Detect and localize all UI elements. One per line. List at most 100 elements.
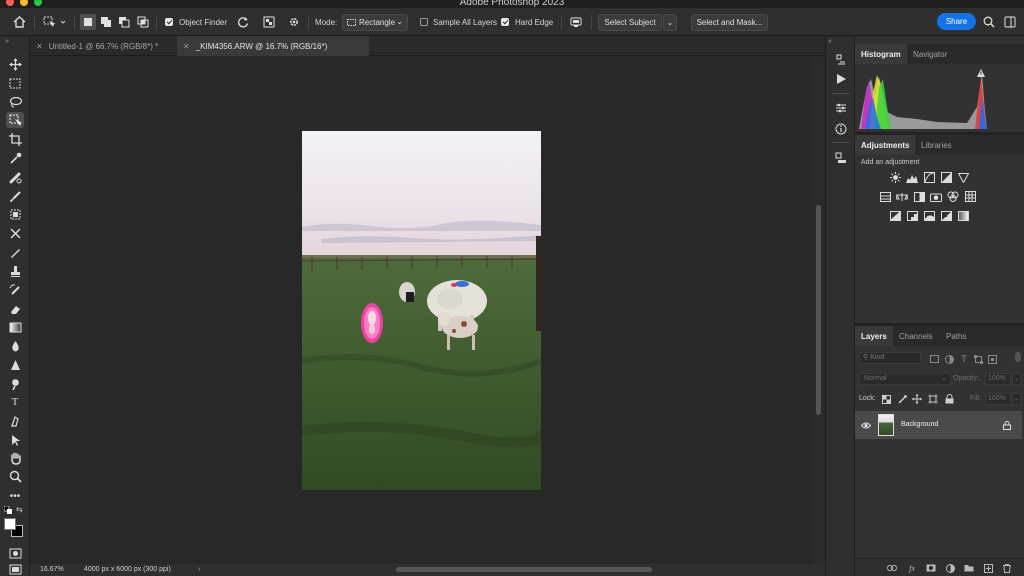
sample-all-layers-checkbox[interactable] xyxy=(420,18,428,26)
eraser-icon[interactable] xyxy=(6,301,24,317)
default-colors-icon[interactable] xyxy=(3,505,12,516)
tab-channels[interactable]: Channels xyxy=(893,326,939,346)
adjustment-filter-icon[interactable] xyxy=(944,354,954,364)
type-filter-icon[interactable]: T xyxy=(959,354,969,364)
add-mask-icon[interactable] xyxy=(926,563,936,573)
zoom-icon[interactable] xyxy=(6,468,24,484)
pixel-filter-icon[interactable] xyxy=(929,354,939,364)
hue-saturation-icon[interactable] xyxy=(879,191,891,202)
quick-mask-icon[interactable] xyxy=(6,545,24,561)
smart-object-filter-icon[interactable] xyxy=(987,354,997,364)
select-subject-button[interactable]: Select Subject xyxy=(598,14,662,31)
eye-icon[interactable] xyxy=(861,420,871,430)
fill-field[interactable]: 100% xyxy=(985,393,1011,405)
horizontal-scrollbar[interactable] xyxy=(396,567,652,572)
history-icon[interactable] xyxy=(834,52,848,66)
crop-icon[interactable] xyxy=(6,131,24,147)
object-selection-icon[interactable] xyxy=(6,112,24,128)
curves-icon[interactable] xyxy=(923,172,935,183)
fx-icon[interactable]: fx xyxy=(907,563,917,573)
new-group-icon[interactable] xyxy=(964,563,974,573)
swap-colors-icon[interactable]: ⇆ xyxy=(16,505,23,514)
type-tool-icon[interactable]: T xyxy=(6,394,24,410)
object-finder-checkbox[interactable] xyxy=(165,18,173,26)
shape-filter-icon[interactable] xyxy=(973,354,983,364)
collapse-icon[interactable]: « xyxy=(828,38,832,45)
levels-icon[interactable] xyxy=(906,172,918,183)
close-tab-icon[interactable]: ✕ xyxy=(183,42,190,51)
tab-adjustments[interactable]: Adjustments xyxy=(855,135,916,155)
show-all-objects-icon[interactable] xyxy=(261,14,277,30)
color-balance-icon[interactable] xyxy=(896,191,908,202)
lock-all-icon[interactable] xyxy=(944,394,954,404)
link-layers-icon[interactable] xyxy=(887,563,897,573)
opacity-dropdown-button[interactable]: ⌄ xyxy=(1012,373,1021,385)
collapse-icon[interactable]: » xyxy=(5,38,9,45)
eyedropper-icon[interactable] xyxy=(6,150,24,166)
home-icon[interactable] xyxy=(10,14,28,30)
invert-icon[interactable] xyxy=(889,210,901,221)
tab-navigator[interactable]: Navigator xyxy=(907,44,953,64)
rectangular-marquee-icon[interactable] xyxy=(6,75,24,91)
opacity-field[interactable]: 100% xyxy=(985,373,1011,385)
layer-filter-dropdown[interactable]: ⚲ Kind xyxy=(859,352,921,364)
clone-stamp-icon[interactable] xyxy=(6,206,24,222)
blend-mode-dropdown[interactable]: Normal ⌄ xyxy=(859,373,951,385)
stamp-icon[interactable] xyxy=(6,263,24,279)
posterize-icon[interactable] xyxy=(906,210,918,221)
path-selection-icon[interactable] xyxy=(6,432,24,448)
tab-paths[interactable]: Paths xyxy=(940,326,972,346)
brightness-contrast-icon[interactable] xyxy=(889,172,901,183)
color-lookup-icon[interactable] xyxy=(964,191,976,202)
delete-layer-icon[interactable] xyxy=(1002,563,1012,573)
new-adjustment-layer-icon[interactable] xyxy=(945,563,955,573)
black-white-icon[interactable] xyxy=(913,191,925,202)
zoom-level[interactable]: 16.67% xyxy=(40,566,64,573)
threshold-icon[interactable] xyxy=(923,210,935,221)
blur-icon[interactable] xyxy=(6,338,24,354)
gradient-icon[interactable] xyxy=(6,319,24,335)
pen-icon[interactable] xyxy=(6,413,24,429)
vertical-scrollbar[interactable] xyxy=(813,57,825,564)
dodge-icon[interactable] xyxy=(6,376,24,392)
pencil-icon[interactable] xyxy=(6,244,24,260)
subtract-from-selection-icon[interactable] xyxy=(116,14,132,30)
layer-row[interactable]: Background xyxy=(855,411,1022,439)
intersect-selection-icon[interactable] xyxy=(135,14,151,30)
history-brush-icon[interactable] xyxy=(6,282,24,298)
properties-icon[interactable] xyxy=(834,101,848,115)
content-aware-move-icon[interactable] xyxy=(6,225,24,241)
enhance-edge-icon[interactable] xyxy=(568,14,584,30)
exposure-icon[interactable] xyxy=(940,172,952,183)
channel-mixer-icon[interactable] xyxy=(947,191,959,202)
lock-position-icon[interactable] xyxy=(912,394,922,404)
mode-dropdown[interactable]: Rectangle ⌄ xyxy=(342,14,408,31)
search-icon[interactable] xyxy=(982,14,996,30)
tool-preset-picker[interactable] xyxy=(42,14,68,30)
fill-dropdown-button[interactable]: ⌄ xyxy=(1012,393,1021,405)
gear-icon[interactable] xyxy=(286,14,302,30)
screen-mode-icon[interactable] xyxy=(6,561,24,576)
tab-layers[interactable]: Layers xyxy=(855,326,893,346)
tab-kim4356[interactable]: ✕ _KIM4356.ARW @ 16.7% (RGB/16*) xyxy=(177,36,369,56)
photo-filter-icon[interactable] xyxy=(930,191,942,202)
brush-icon[interactable] xyxy=(6,188,24,204)
lock-artboard-icon[interactable] xyxy=(928,394,938,404)
move-tool-icon[interactable] xyxy=(6,56,24,72)
info-icon[interactable] xyxy=(834,122,848,136)
spot-healing-brush-icon[interactable] xyxy=(6,169,24,185)
filter-toggle[interactable] xyxy=(1015,352,1021,362)
lock-transparent-pixels-icon[interactable] xyxy=(881,394,891,404)
workspace-icon[interactable] xyxy=(1003,14,1017,30)
add-to-selection-icon[interactable] xyxy=(98,14,114,30)
tool-presets-icon[interactable] xyxy=(834,151,848,165)
tab-histogram[interactable]: Histogram xyxy=(855,44,907,64)
share-button[interactable]: Share xyxy=(937,13,976,30)
new-layer-icon[interactable] xyxy=(983,563,993,573)
selective-color-icon[interactable] xyxy=(940,210,952,221)
tab-libraries[interactable]: Libraries xyxy=(915,135,958,155)
tab-untitled-1[interactable]: ✕ Untitled-1 @ 66.7% (RGB/8*) * xyxy=(30,36,180,56)
hard-edge-checkbox[interactable] xyxy=(501,18,509,26)
vibrance-icon[interactable] xyxy=(957,172,969,183)
sharpen-icon[interactable] xyxy=(6,357,24,373)
